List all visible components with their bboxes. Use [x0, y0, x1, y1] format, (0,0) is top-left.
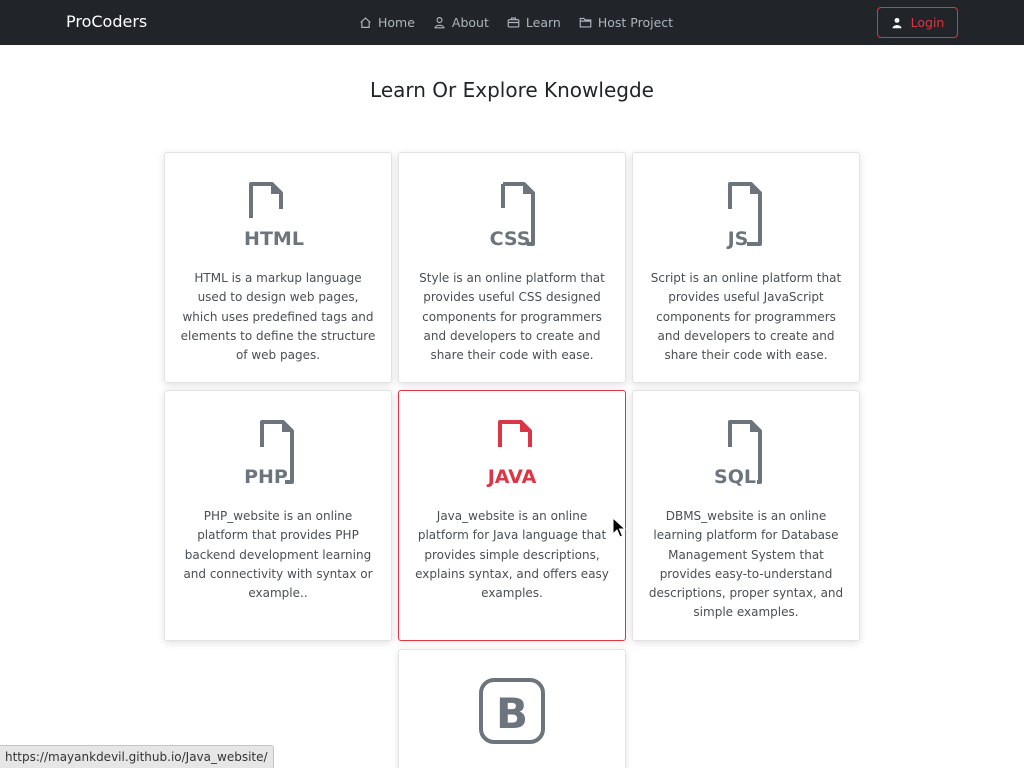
card-html[interactable]: HTML HTML is a markup language used to d…: [164, 152, 392, 383]
php-file-icon: PHP: [244, 420, 294, 487]
card-php[interactable]: PHP PHP_website is an online platform th…: [164, 390, 392, 641]
card-description: Script is an online platform that provid…: [650, 271, 842, 363]
bootstrap-letter: B: [496, 689, 528, 738]
brand-logo[interactable]: ProCoders: [66, 12, 147, 31]
card-description: PHP_website is an online platform that p…: [183, 509, 373, 601]
card-java[interactable]: JAVA Java_website is an online platform …: [398, 390, 626, 641]
card-sql[interactable]: SQL DBMS_website is an online learning p…: [632, 390, 860, 641]
mouse-cursor-icon: [612, 517, 626, 538]
folder-icon: [579, 17, 592, 28]
nav-link-host-project[interactable]: Host Project: [579, 15, 673, 30]
nav-link-label: Home: [378, 15, 415, 30]
login-button[interactable]: Login: [877, 7, 958, 38]
briefcase-icon: [507, 17, 520, 28]
nav-link-about[interactable]: About: [433, 15, 489, 30]
nav-link-home[interactable]: Home: [359, 15, 415, 30]
card-js[interactable]: JS Script is an online platform that pro…: [632, 152, 860, 383]
navbar: ProCoders Home About Learn Host Project …: [0, 0, 1024, 45]
card-description: Style is an online platform that provide…: [419, 271, 605, 363]
card-css[interactable]: CSS Style is an online platform that pro…: [398, 152, 626, 383]
html-file-icon: HTML: [244, 182, 304, 249]
nav-link-label: Learn: [525, 15, 561, 30]
nav-links: Home About Learn Host Project: [359, 0, 673, 45]
card-description: DBMS_website is an online learning platf…: [648, 509, 844, 620]
person-icon: [892, 17, 902, 28]
css-file-icon: CSS: [490, 182, 535, 249]
login-label: Login: [910, 15, 945, 30]
file-icon-label: SQL: [714, 466, 756, 487]
nav-link-learn[interactable]: Learn: [507, 15, 561, 30]
page-title: Learn Or Explore Knowlegde: [370, 78, 654, 102]
home-icon: [360, 17, 371, 28]
nav-link-label: About: [451, 15, 489, 30]
js-file-icon: JS: [726, 182, 762, 249]
file-icon-label: JS: [726, 228, 749, 249]
status-bar-url: https://mayankdevil.github.io/Java_websi…: [0, 745, 274, 768]
file-icon-label: HTML: [244, 228, 304, 249]
nav-link-label: Host Project: [597, 15, 674, 30]
card-bootstrap[interactable]: B: [398, 649, 626, 768]
person-icon: [434, 17, 445, 29]
card-description: HTML is a markup language used to design…: [180, 271, 376, 363]
file-icon-label: JAVA: [486, 466, 537, 487]
bootstrap-icon: B: [479, 678, 545, 744]
file-icon-label: PHP: [244, 466, 288, 487]
sql-file-icon: SQL: [714, 420, 762, 487]
file-icon-label: CSS: [490, 228, 531, 249]
java-file-icon: JAVA: [486, 420, 537, 487]
card-description: Java_website is an online platform for J…: [415, 509, 609, 601]
